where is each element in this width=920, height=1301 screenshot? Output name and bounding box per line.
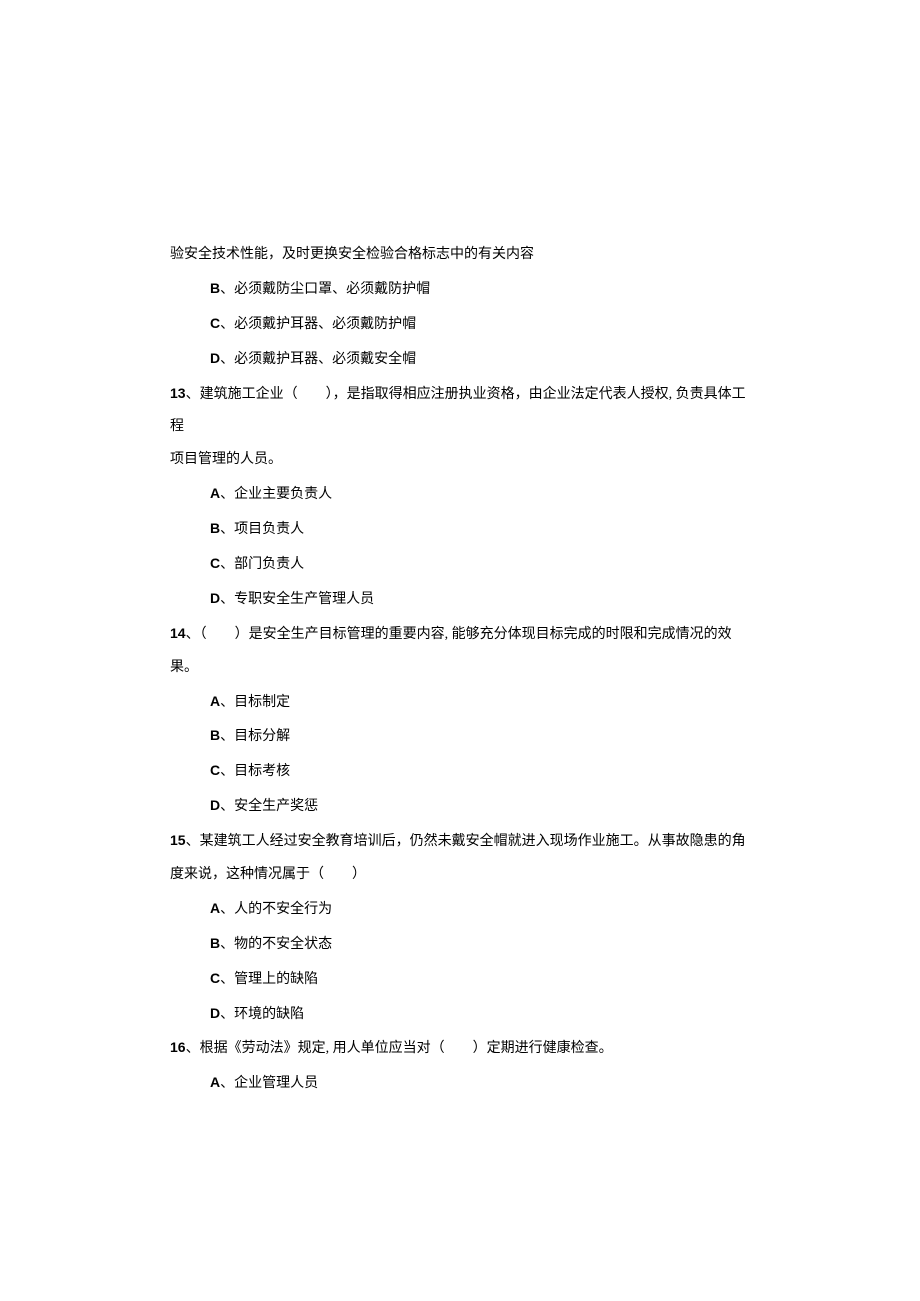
option-text: 、目标制定 [220,695,290,710]
question-15-cont: 度来说，这种情况属于（ ） [170,859,760,892]
question-13-cont2: 项目管理的人员。 [170,444,760,477]
question-text: 、根据《劳动法》规定, 用人单位应当对（ ）定期进行健康检查。 [186,1041,613,1056]
option-text: 、目标分解 [220,729,290,744]
option-label: B [210,727,220,743]
option-d: D、必须戴护耳器、必须戴安全帽 [170,342,760,377]
option-label: B [210,935,220,951]
question-14: 14、（ ）是安全生产目标管理的重要内容, 能够充分体现目标完成的时限和完成情况… [170,617,760,652]
option-c: C、必须戴护耳器、必须戴防护帽 [170,307,760,342]
question-number: 15 [170,832,186,848]
option-label: A [210,693,220,709]
option-text: 、项目负责人 [220,522,304,537]
option-text: 、必须戴防尘口罩、必须戴防护帽 [220,282,430,297]
option-text: 、环境的缺陷 [220,1007,304,1022]
document-page: 验安全技术性能，及时更换安全检验合格标志中的有关内容 B、必须戴防尘口罩、必须戴… [170,239,760,1101]
option-text: 、必须戴护耳器、必须戴防护帽 [220,317,416,332]
option-text: 、物的不安全状态 [220,937,332,952]
question-13-cont: 程 [170,411,760,444]
option-a: A、企业管理人员 [170,1066,760,1101]
option-b: B、物的不安全状态 [170,927,760,962]
option-label: C [210,762,220,778]
option-label: D [210,797,220,813]
option-c: C、目标考核 [170,754,760,789]
option-text: 、专职安全生产管理人员 [220,592,374,607]
intro-line: 验安全技术性能，及时更换安全检验合格标志中的有关内容 [170,239,760,272]
option-label: A [210,900,220,916]
option-label: C [210,315,220,331]
option-text: 、人的不安全行为 [220,902,332,917]
question-text: 、建筑施工企业（ ），是指取得相应注册执业资格，由企业法定代表人授权, 负责具体… [186,387,746,402]
option-text: 、目标考核 [220,764,290,779]
option-label: D [210,350,220,366]
question-number: 14 [170,625,186,641]
question-text: 、（ ）是安全生产目标管理的重要内容, 能够充分体现目标完成的时限和完成情况的效 [186,627,732,642]
option-label: D [210,1005,220,1021]
question-number: 16 [170,1039,186,1055]
option-a: A、目标制定 [170,685,760,720]
option-text: 、必须戴护耳器、必须戴安全帽 [220,352,416,367]
option-d: D、环境的缺陷 [170,997,760,1032]
option-d: D、安全生产奖惩 [170,789,760,824]
option-text: 、安全生产奖惩 [220,799,318,814]
option-text: 、企业主要负责人 [220,487,332,502]
option-c: C、管理上的缺陷 [170,962,760,997]
question-15: 15、某建筑工人经过安全教育培训后，仍然未戴安全帽就进入现场作业施工。从事故隐患… [170,824,760,859]
option-text: 、管理上的缺陷 [220,972,318,987]
option-label: C [210,970,220,986]
option-text: 、部门负责人 [220,557,304,572]
option-label: A [210,1074,220,1090]
option-label: C [210,555,220,571]
option-a: A、企业主要负责人 [170,477,760,512]
option-label: A [210,485,220,501]
question-14-cont: 果。 [170,652,760,685]
question-16: 16、根据《劳动法》规定, 用人单位应当对（ ）定期进行健康检查。 [170,1031,760,1066]
option-label: D [210,590,220,606]
option-label: B [210,280,220,296]
option-b: B、项目负责人 [170,512,760,547]
question-number: 13 [170,385,186,401]
option-label: B [210,520,220,536]
option-b: B、目标分解 [170,719,760,754]
option-c: C、部门负责人 [170,547,760,582]
option-a: A、人的不安全行为 [170,892,760,927]
option-text: 、企业管理人员 [220,1076,318,1091]
question-13: 13、建筑施工企业（ ），是指取得相应注册执业资格，由企业法定代表人授权, 负责… [170,377,760,412]
option-d: D、专职安全生产管理人员 [170,582,760,617]
option-b: B、必须戴防尘口罩、必须戴防护帽 [170,272,760,307]
question-text: 、某建筑工人经过安全教育培训后，仍然未戴安全帽就进入现场作业施工。从事故隐患的角 [186,834,746,849]
